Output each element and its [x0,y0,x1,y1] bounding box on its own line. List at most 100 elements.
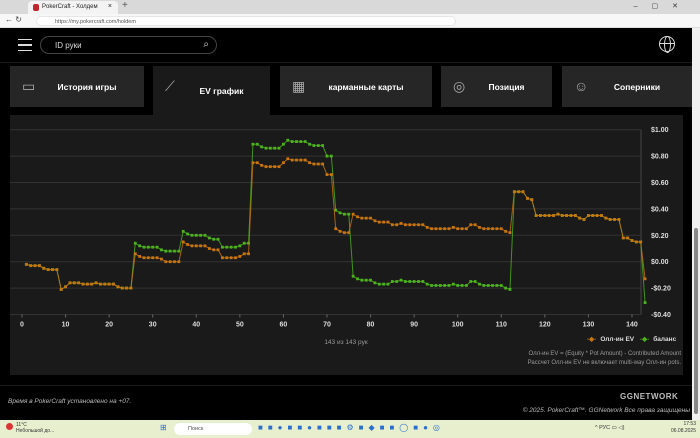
data-point [190,233,194,237]
data-point [308,161,311,165]
window-controls[interactable]: –▢✕ [634,2,692,10]
scrollbar-thumb[interactable] [694,228,698,414]
data-point [373,219,377,223]
legend-balance[interactable]: баланс [653,336,676,343]
data-point [417,280,420,283]
data-point [77,281,81,285]
data-point [173,249,176,253]
data-point [338,211,342,215]
data-point [377,282,381,286]
data-point [186,243,189,246]
data-point [264,165,268,169]
data-point [221,245,224,249]
tab-hole-cards[interactable]: ▦ карманные карты [280,66,432,107]
data-point [338,229,342,233]
data-point [486,284,490,287]
data-point [364,216,368,220]
favicon-icon [33,4,39,11]
browser-tab[interactable]: PokerCraft - Холдем × [28,1,118,14]
data-point [260,163,264,167]
hamburger-menu-icon[interactable] [18,39,32,51]
legend-ev[interactable]: Олл-ин EV [600,336,634,343]
data-point [334,227,338,231]
data-point [451,225,455,229]
data-point [64,285,67,289]
data-point [68,281,72,285]
data-point [587,214,590,217]
data-point [225,245,229,249]
data-point [151,256,155,260]
data-point [569,214,573,217]
data-point [186,232,189,236]
taskbar-search[interactable]: Поиск [174,423,252,435]
data-point [547,214,551,217]
data-point [46,268,50,272]
pinned-apps-icons[interactable]: ■■●■■●■■■⚙■◆■■◯■●◎ [258,423,445,432]
data-point [421,223,425,227]
data-point [142,245,146,249]
data-point [486,227,490,231]
search-icon[interactable]: ⌕ [203,39,209,50]
data-point [238,244,242,248]
globe-icon[interactable] [659,36,675,53]
data-point [438,227,442,231]
data-point [369,278,372,282]
data-point [90,282,94,286]
tab-opponents[interactable]: ☺ Соперники [562,66,692,107]
data-point [207,236,211,240]
data-point [543,214,547,217]
data-point [85,282,89,286]
y-tick-label: $0.60 [651,180,669,187]
data-point [347,212,351,216]
data-point [495,284,499,287]
data-point [600,214,603,217]
system-tray[interactable]: ^ РУС ▭ ◁) [595,425,624,431]
data-point [465,284,468,287]
data-point [356,215,359,219]
data-point [268,165,272,169]
data-point [177,260,181,264]
data-point [430,227,433,231]
data-point [517,190,521,194]
data-point [382,282,386,286]
data-point [24,262,28,266]
data-point [94,281,98,285]
tab-title: PokerCraft - Холдем [42,4,98,10]
data-point [425,282,429,286]
url-field[interactable]: https://my.pokercraft.com/holdem [36,16,456,26]
data-point [199,233,203,237]
data-point [573,214,577,217]
tab-position[interactable]: ◎ Позиция [441,66,552,107]
clock[interactable]: 17:53 06.08.2025 [660,421,696,435]
x-tick-label: 0 [20,322,24,329]
divider [0,62,692,63]
back-reload-buttons[interactable]: ← ↻ [5,15,22,24]
new-tab-button[interactable]: + [122,0,128,11]
scrollbar[interactable] [692,28,700,420]
start-icon[interactable]: ⊞ [160,423,171,432]
tab-ev-graph[interactable]: ⟋ EV график [153,66,270,115]
hand-id-search-input[interactable]: ID руки ⌕ [40,36,217,54]
x-tick-label: 60 [280,322,288,329]
data-point [473,280,477,283]
grid-icon: ▦ [292,78,306,94]
close-tab-icon[interactable]: × [108,3,112,10]
data-point [312,162,316,166]
tab-game-history[interactable]: ▭ История игры [10,66,144,107]
data-point [42,266,46,270]
data-point [504,229,508,233]
weather-widget[interactable]: 11°C Небольшой до... [6,422,54,434]
data-point [181,240,185,244]
data-point [229,245,233,249]
data-point [286,157,290,161]
data-point [212,248,216,252]
data-point [369,216,372,220]
data-point [434,227,438,231]
data-point [434,284,438,287]
data-point [639,240,643,244]
data-point [303,140,307,143]
data-point [138,244,142,248]
language-indicator[interactable]: РУС [599,425,610,431]
data-point [251,161,255,165]
y-tick-label: $0.40 [651,206,669,213]
